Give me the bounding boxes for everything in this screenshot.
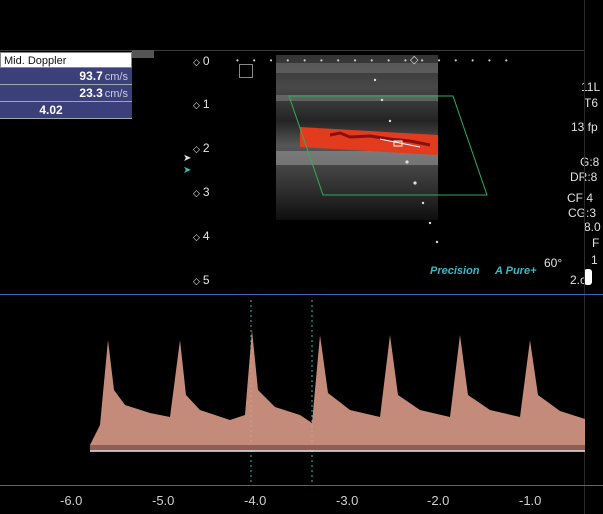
right-param-1: T6 xyxy=(584,96,599,110)
time-tick-4: -2.0 xyxy=(427,493,450,508)
depth-0: ◇ 0 xyxy=(193,54,210,68)
precision-logo: Precision xyxy=(430,265,480,277)
right-param-5: CF 4 xyxy=(567,191,594,205)
focus-marker-icon: ➤ xyxy=(183,153,192,164)
right-param-7: 8.0 xyxy=(584,220,601,234)
depth-4: ◇ 4 xyxy=(193,229,210,243)
measurement-row-peak: 93.7 cm/s xyxy=(0,68,132,85)
top-marker xyxy=(132,50,154,58)
right-param-3: G:8 xyxy=(580,155,600,169)
depth-1: ◇ 1 xyxy=(193,97,210,111)
depth-3: ◇ 3 xyxy=(193,185,210,199)
depth-5: ◇ 5 xyxy=(193,273,210,287)
right-param-8: F xyxy=(592,236,600,250)
steer-angle: 60° xyxy=(544,256,563,270)
doppler-cursor-line xyxy=(373,78,439,244)
right-scroll-handle[interactable] xyxy=(584,269,592,285)
doppler-spectrum xyxy=(90,300,585,485)
time-tick-2: -4.0 xyxy=(244,493,267,508)
apure-logo: A Pure+ xyxy=(495,265,537,277)
time-tick-0: -6.0 xyxy=(60,493,83,508)
focus-marker-active-icon: ➤ xyxy=(183,165,192,176)
spectrum-bottom-line xyxy=(0,485,603,486)
measurement-row-ratio: 4.02 xyxy=(0,102,132,119)
depth-2: ◇ 2 xyxy=(193,141,210,155)
time-tick-3: -3.0 xyxy=(336,493,359,508)
top-divider xyxy=(0,50,585,51)
time-tick-5: -1.0 xyxy=(519,493,542,508)
measurement-panel: Mid. Doppler 93.7 cm/s 23.3 cm/s 4.02 xyxy=(0,52,132,119)
orientation-icon xyxy=(239,64,253,78)
measurement-row-end: 23.3 cm/s xyxy=(0,85,132,102)
right-param-9: 1 xyxy=(591,253,598,267)
top-marker-dots: ••••••••••••••••• xyxy=(236,56,522,65)
time-tick-1: -5.0 xyxy=(152,493,175,508)
measurement-title: Mid. Doppler xyxy=(0,52,132,68)
right-param-6: CG:3 xyxy=(568,206,597,220)
